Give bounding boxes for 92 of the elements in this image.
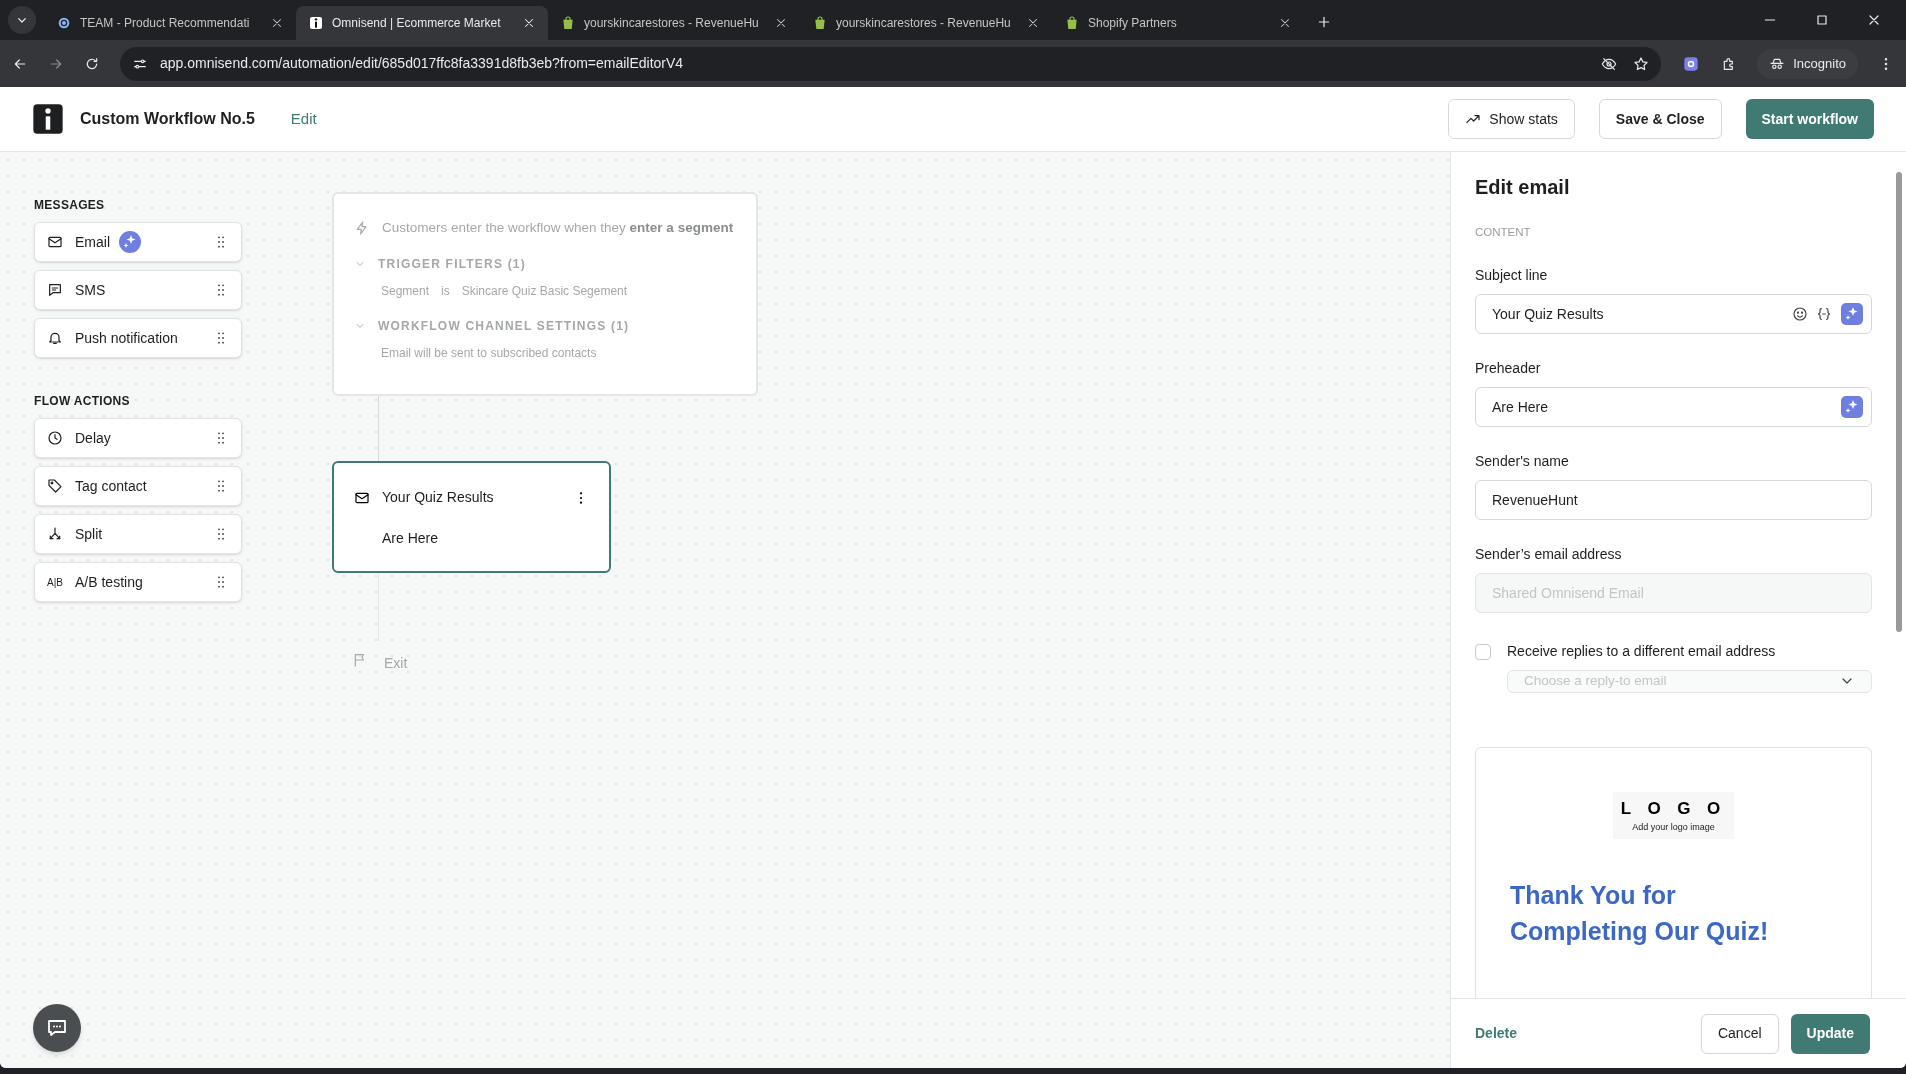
- clock-icon: [47, 430, 63, 446]
- close-icon[interactable]: [1278, 16, 1292, 30]
- logo-hint: Add your logo image: [1632, 821, 1715, 834]
- checkbox[interactable]: [1475, 643, 1491, 660]
- input-field[interactable]: RevenueHunt: [1475, 480, 1872, 521]
- field-label: Subject line: [1475, 266, 1549, 286]
- item-label: SMS: [75, 280, 106, 300]
- item-label: Push notification: [75, 328, 178, 348]
- close-icon[interactable]: [270, 16, 284, 30]
- maximize-icon[interactable]: [1814, 12, 1830, 28]
- tag-icon: [47, 478, 63, 494]
- tab-title: yourskincarestores - RevenueHu: [584, 15, 760, 32]
- favicon-icon: [308, 15, 324, 31]
- browser-tab[interactable]: yourskincarestores - RevenueHu: [548, 6, 800, 40]
- item-label: Email: [75, 232, 110, 252]
- tab-search-icon[interactable]: [8, 6, 36, 34]
- sparkle-button-icon[interactable]: [1840, 395, 1864, 420]
- tab-title: yourskincarestores - RevenueHu: [836, 15, 1012, 32]
- eye-slash-icon[interactable]: [1601, 55, 1618, 72]
- edit-link[interactable]: Edit: [290, 107, 317, 131]
- section-title: TRIGGER FILTERS (1): [378, 256, 526, 274]
- split-arrows-icon: [47, 526, 63, 542]
- chat-bubble-icon: [47, 282, 63, 298]
- start-workflow-button[interactable]: Start workflow: [1745, 99, 1874, 139]
- sparkle-button-icon[interactable]: [1840, 302, 1864, 327]
- field-label: Sender's name: [1475, 452, 1570, 472]
- envelope-icon: [47, 234, 63, 250]
- exit-label: Exit: [384, 654, 408, 673]
- smiley-icon[interactable]: [1792, 306, 1808, 323]
- browser-tab[interactable]: TEAM - Product Recommendati: [44, 6, 296, 40]
- filter-text: Segment: [381, 283, 430, 301]
- incognito-button[interactable]: Incognito: [1757, 48, 1858, 79]
- browser-tab[interactable]: yourskincarestores - RevenueHu: [800, 6, 1052, 40]
- trigger-text: Customers enter the workflow when they enter a segment: [382, 219, 734, 237]
- close-icon[interactable]: [774, 16, 788, 30]
- delete-link[interactable]: Delete: [1475, 1023, 1518, 1044]
- action-item[interactable]: Push notification: [34, 318, 242, 358]
- field-label: Preheader: [1475, 359, 1542, 379]
- field-label: Sender’s email address: [1475, 545, 1623, 565]
- action-item[interactable]: Split: [34, 514, 242, 554]
- action-item[interactable]: Email: [34, 222, 242, 262]
- section-title: WORKFLOW CHANNEL SETTINGS (1): [378, 318, 630, 336]
- chat-button[interactable]: [33, 1004, 81, 1052]
- browser-tab[interactable]: Shopify Partners: [1052, 6, 1304, 40]
- cancel-button[interactable]: Cancel: [1700, 1013, 1779, 1054]
- input-field[interactable]: Your Quiz Results: [1475, 294, 1872, 335]
- app-logo-icon[interactable]: [32, 103, 64, 135]
- section-heading: MESSAGES: [34, 197, 106, 214]
- favicon-icon: [56, 15, 72, 31]
- shopping-bag-icon: [812, 15, 828, 31]
- browser-tab[interactable]: Omnisend | Ecommerce Market: [296, 6, 548, 40]
- tab-title: Omnisend | Ecommerce Market: [332, 15, 502, 32]
- item-label: Delay: [75, 428, 111, 448]
- update-button[interactable]: Update: [1790, 1013, 1870, 1054]
- address-bar[interactable]: app.omnisend.com/automation/edit/685d017ffc8fa3391d8fb3eb?from=emailEditorV4: [120, 46, 1662, 81]
- email-node[interactable]: Your Quiz Results Are Here: [332, 461, 611, 573]
- item-label: A/B testing: [75, 572, 143, 592]
- braces-icon[interactable]: [1816, 306, 1832, 323]
- filter-text: is: [441, 283, 450, 301]
- tab-title: TEAM - Product Recommendati: [80, 15, 251, 32]
- action-item[interactable]: Tag contact: [34, 466, 242, 506]
- save-close-button[interactable]: Save & Close: [1598, 99, 1722, 139]
- lightning-icon: [354, 220, 370, 237]
- item-label: Split: [75, 524, 103, 544]
- action-item[interactable]: A|B A/B testing: [34, 562, 242, 602]
- email-subject: Your Quiz Results: [382, 488, 494, 507]
- action-item[interactable]: Delay: [34, 418, 242, 458]
- item-label: Tag contact: [75, 476, 147, 496]
- shopping-bag-icon: [1064, 15, 1080, 31]
- star-icon[interactable]: [1633, 55, 1650, 72]
- ab-icon: A|B: [47, 574, 63, 590]
- workflow-title: Custom Workflow No.5: [80, 109, 255, 129]
- reload-icon[interactable]: [84, 55, 100, 72]
- url-text: app.omnisend.com/automation/edit/685d017ffc8fa3391d8fb3eb?from=emailEditorV4: [160, 54, 684, 73]
- new-tab-icon[interactable]: [1316, 14, 1332, 30]
- logo-text: L O G O: [1620, 797, 1727, 820]
- bell-icon: [47, 330, 63, 346]
- action-item[interactable]: SMS: [34, 270, 242, 310]
- email-heading: Thank You for Completing Our Quiz!: [1510, 879, 1770, 947]
- email-preheader: Are Here: [381, 529, 440, 548]
- panel-title: Edit email: [1475, 175, 1571, 200]
- close-icon[interactable]: [522, 16, 536, 30]
- show-stats-button[interactable]: Show stats: [1448, 99, 1575, 139]
- close-icon[interactable]: [1026, 16, 1040, 30]
- section-label: CONTENT: [1475, 225, 1532, 240]
- input-field[interactable]: Are Here: [1475, 387, 1872, 428]
- checkbox-label: Receive replies to a different email address: [1507, 642, 1776, 662]
- filter-text: Skincare Quiz Basic Segement: [461, 283, 628, 301]
- section-heading: FLOW ACTIONS: [34, 393, 131, 410]
- filter-text: Email will be sent to subscribed contacts: [381, 345, 597, 363]
- tab-title: Shopify Partners: [1088, 15, 1178, 32]
- shopping-bag-icon: [560, 15, 576, 31]
